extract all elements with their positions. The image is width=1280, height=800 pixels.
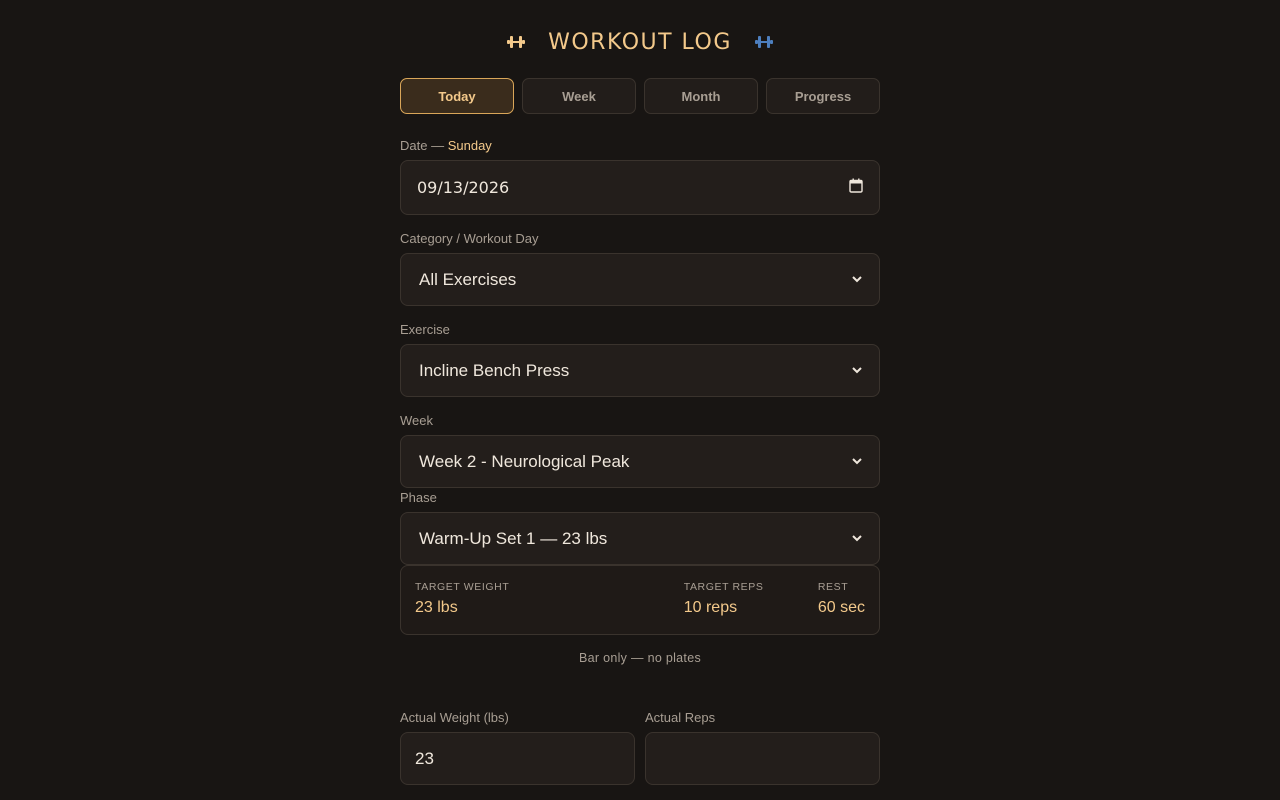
- tab-progress[interactable]: Progress: [766, 78, 880, 114]
- date-label-text: Date —: [400, 138, 445, 153]
- target-weight-label: TARGET WEIGHT: [415, 581, 510, 593]
- exercise-select[interactable]: Incline Bench Press: [400, 344, 880, 397]
- phase-value: Warm-Up Set 1 — 23 lbs: [419, 528, 608, 548]
- calendar-icon[interactable]: [849, 178, 863, 197]
- target-weight: TARGET WEIGHT 23 lbs: [415, 581, 509, 634]
- target-reps-value: 10 reps: [683, 599, 738, 616]
- actual-labels: Actual Weight (lbs) Actual Reps: [400, 710, 880, 725]
- view-tabs: Today Week Month Progress: [400, 78, 880, 114]
- category-value: All Exercises: [419, 269, 517, 289]
- rest-label: REST: [817, 581, 849, 593]
- phase-label: Phase: [400, 490, 437, 505]
- target-reps-label: TARGET REPS: [683, 581, 764, 593]
- chevron-down-icon: [851, 361, 863, 381]
- rest-time: REST 60 sec: [818, 581, 865, 634]
- actual-weight-value: 23: [415, 748, 434, 768]
- header: WORKOUT LOG: [400, 0, 880, 84]
- tab-today[interactable]: Today: [400, 78, 514, 114]
- actual-weight-label: Actual Weight (lbs): [400, 710, 509, 725]
- week-select[interactable]: Week 2 - Neurological Peak: [400, 435, 880, 488]
- chevron-down-icon: [851, 529, 863, 549]
- chevron-down-icon: [851, 270, 863, 290]
- plate-note: Bar only — no plates: [578, 651, 702, 665]
- date-value: 09/13/2026: [417, 178, 510, 197]
- target-summary: TARGET WEIGHT 23 lbs TARGET REPS 10 reps…: [400, 565, 880, 635]
- date-day: Sunday: [447, 138, 492, 153]
- date-input[interactable]: 09/13/2026: [400, 160, 880, 215]
- category-label: Category / Workout Day: [400, 231, 539, 246]
- date-label: Date — Sunday: [400, 138, 492, 153]
- exercise-value: Incline Bench Press: [419, 360, 570, 380]
- exercise-label: Exercise: [400, 322, 450, 337]
- tab-week[interactable]: Week: [522, 78, 636, 114]
- phase-select[interactable]: Warm-Up Set 1 — 23 lbs: [400, 512, 880, 565]
- workout-log-app: WORKOUT LOG Today Week Month Progress Da…: [400, 0, 880, 785]
- rest-value: 60 sec: [817, 599, 865, 616]
- tab-month[interactable]: Month: [644, 78, 758, 114]
- actual-inputs: 23: [400, 732, 880, 785]
- actual-reps-input[interactable]: [645, 732, 880, 785]
- category-select[interactable]: All Exercises: [400, 253, 880, 306]
- page-title: WORKOUT LOG: [548, 29, 732, 55]
- chevron-down-icon: [851, 452, 863, 472]
- actual-reps-label: Actual Reps: [645, 710, 716, 725]
- dumbbell-icon: [754, 34, 774, 50]
- target-reps: TARGET REPS 10 reps: [684, 581, 764, 634]
- actual-weight-input[interactable]: 23: [400, 732, 635, 785]
- week-value: Week 2 - Neurological Peak: [419, 451, 630, 471]
- target-weight-value: 23 lbs: [415, 599, 458, 616]
- week-label: Week: [400, 413, 433, 428]
- dumbbell-icon: [506, 34, 526, 50]
